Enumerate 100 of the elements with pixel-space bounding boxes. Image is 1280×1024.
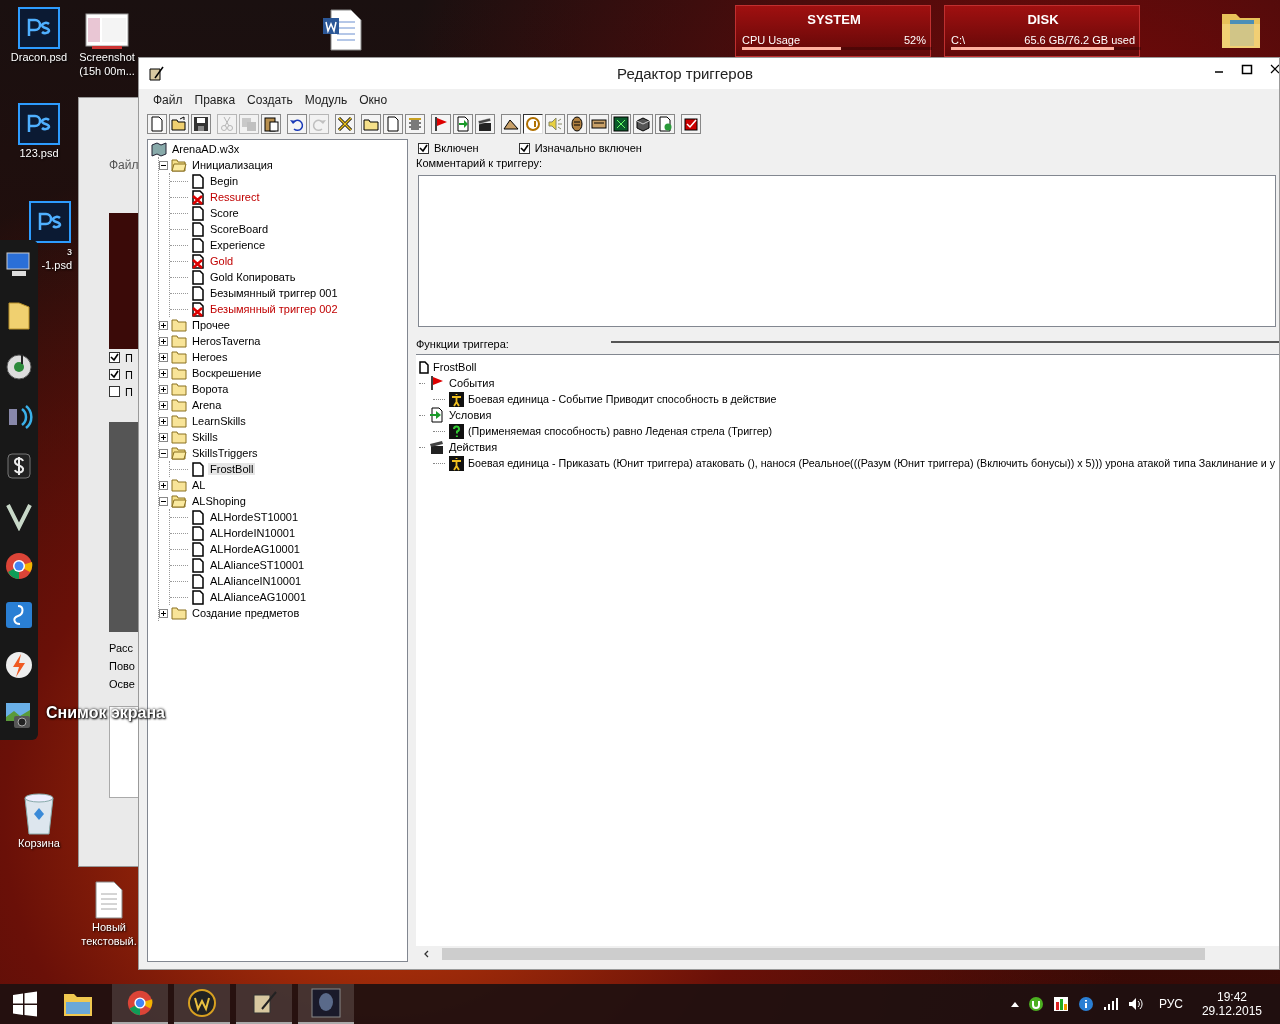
expand-icon[interactable] (159, 384, 168, 394)
map-name[interactable]: ArenaAD.w3x (170, 143, 242, 155)
desktop-icon-label[interactable]: Новый (92, 920, 126, 934)
folder-icon[interactable] (6, 299, 32, 332)
trigger-label[interactable]: ScoreBoard (208, 223, 271, 235)
toolbar-button[interactable] (431, 114, 451, 134)
trigger-label[interactable]: Gold Копировать (208, 271, 298, 283)
checkbox[interactable] (518, 142, 530, 154)
desktop-icon-label[interactable]: Screenshot (79, 50, 135, 64)
desktop-icon-label[interactable]: -1.psd (41, 258, 72, 272)
folder-label[interactable]: HerosTaverna (190, 335, 263, 347)
expand-icon[interactable] (159, 608, 168, 618)
bar-chart-icon[interactable] (1052, 996, 1069, 1012)
menu-item[interactable]: Создать (247, 93, 293, 107)
taskbar-app-button[interactable] (236, 984, 292, 1024)
clock-time[interactable]: 19:42 (1216, 990, 1247, 1004)
section-label[interactable]: Условия (449, 409, 492, 421)
function-line[interactable]: Боевая единица - Событие Приводит способность в действие (468, 393, 777, 405)
folder-label[interactable]: AL (190, 479, 208, 491)
folder-label[interactable]: LearnSkills (190, 415, 248, 427)
music-note-icon[interactable] (4, 600, 34, 631)
toolbar-button[interactable] (589, 114, 609, 134)
signal-icon[interactable] (1102, 996, 1119, 1012)
desktop-icon-label[interactable]: Корзина (18, 836, 60, 850)
trigger-label[interactable]: ALHordeAG10001 (208, 543, 302, 555)
function-line[interactable]: Боевая единица - Приказать (Юнит триггера) атаковать (), нанося (Реальное(((Разум (Юнит триггера) (Включить бонусы)) x 5))) урона атакой типа Заклинание и у (468, 457, 1276, 469)
trigger-label[interactable]: FrostBoll (208, 463, 256, 475)
trigger-name[interactable]: FrostBoll (433, 361, 477, 373)
clock-date[interactable]: 29.12.2015 (1201, 1004, 1262, 1018)
toolbar-button[interactable] (287, 114, 307, 134)
trigger-label[interactable]: ALAlianceST10001 (208, 559, 307, 571)
desktop-icon-label[interactable]: текстовый. (81, 934, 137, 948)
toolbar-button[interactable] (191, 114, 211, 134)
expand-icon[interactable] (159, 368, 168, 378)
menu-item[interactable]: Файл (153, 93, 183, 107)
toolbar-button[interactable] (611, 114, 631, 134)
trigger-label[interactable]: ALHordeST10001 (208, 511, 301, 523)
toolbar-button[interactable] (633, 114, 653, 134)
folder-label[interactable]: SkillsTriggers (190, 447, 260, 459)
volume-icon[interactable] (1127, 996, 1144, 1012)
desktop-icon-label[interactable]: 123.psd (19, 146, 59, 160)
folder-label[interactable]: Воскрешение (190, 367, 264, 379)
torrent-icon[interactable] (1027, 996, 1044, 1012)
folder-label[interactable]: Heroes (190, 351, 230, 363)
dollar-icon[interactable] (4, 451, 34, 482)
browser-icon[interactable] (4, 550, 34, 581)
folder-label[interactable]: Arena (190, 399, 224, 411)
menu-item[interactable]: Модуль (304, 93, 348, 107)
expand-icon[interactable] (159, 432, 168, 442)
section-label[interactable]: События (449, 377, 495, 389)
trigger-label[interactable]: ALAlianceIN10001 (208, 575, 304, 587)
menu-item[interactable]: Окно (359, 93, 388, 107)
checkbox[interactable] (109, 369, 120, 380)
comment-field[interactable] (418, 175, 1276, 327)
toolbar-button[interactable] (501, 114, 521, 134)
checkbox[interactable] (418, 142, 429, 154)
desktop-icon-label[interactable]: (15h 00m... (79, 64, 135, 78)
toolbar-button[interactable] (681, 114, 701, 134)
folder-label[interactable]: ALShoping (190, 495, 248, 507)
section-label[interactable]: Действия (449, 441, 498, 453)
trigger-label[interactable]: Experience (208, 239, 268, 251)
trigger-label[interactable]: ALAlianceAG10001 (208, 591, 308, 603)
keyboard-language[interactable]: РУС (1158, 997, 1183, 1011)
collapse-icon[interactable] (159, 448, 168, 458)
function-line[interactable]: (Применяемая способность) равно Леденая стрела (Триггер) (468, 425, 773, 437)
menu-item[interactable]: Файл (109, 158, 139, 172)
desktop-icon-label[interactable]: з (66, 244, 72, 258)
folder-label[interactable]: Skills (190, 431, 220, 443)
taskbar-app-button[interactable] (112, 984, 168, 1024)
toolbar-button[interactable] (567, 114, 587, 134)
taskbar-app-button[interactable] (298, 984, 354, 1024)
trigger-label[interactable]: Begin (208, 175, 241, 187)
folder-label[interactable]: Инициализация (190, 159, 275, 171)
taskbar-app-button[interactable] (174, 984, 230, 1024)
folder-label[interactable]: Ворота (190, 383, 231, 395)
expand-icon[interactable] (159, 336, 168, 346)
toolbar-button[interactable] (169, 114, 189, 134)
trigger-label[interactable]: ALHordeIN10001 (208, 527, 297, 539)
checkbox[interactable] (109, 386, 120, 397)
toolbar-button[interactable] (475, 114, 495, 134)
lightning-icon[interactable] (4, 650, 34, 681)
info-icon[interactable] (1077, 996, 1094, 1012)
collapse-icon[interactable] (159, 160, 168, 170)
folder-label[interactable]: Прочее (190, 319, 232, 331)
expand-icon[interactable] (159, 400, 168, 410)
folder-label[interactable]: Создание предметов (190, 607, 302, 619)
expand-icon[interactable] (159, 416, 168, 426)
checkbox[interactable] (109, 352, 120, 363)
toolbar-button[interactable] (261, 114, 281, 134)
trigger-label[interactable]: Безымянный триггер 001 (208, 287, 340, 299)
collapse-icon[interactable] (159, 496, 168, 506)
expand-icon[interactable] (159, 480, 168, 490)
show-hidden-icons-icon[interactable] (1010, 1001, 1019, 1007)
expand-icon[interactable] (159, 320, 168, 330)
trigger-label[interactable]: Score (208, 207, 241, 219)
windows-start-button[interactable] (12, 991, 38, 1017)
menu-item[interactable]: Правка (194, 93, 236, 107)
desktop-icon-label[interactable]: Dracon.psd (10, 50, 68, 64)
music-player-icon[interactable] (4, 351, 34, 382)
expand-icon[interactable] (159, 352, 168, 362)
